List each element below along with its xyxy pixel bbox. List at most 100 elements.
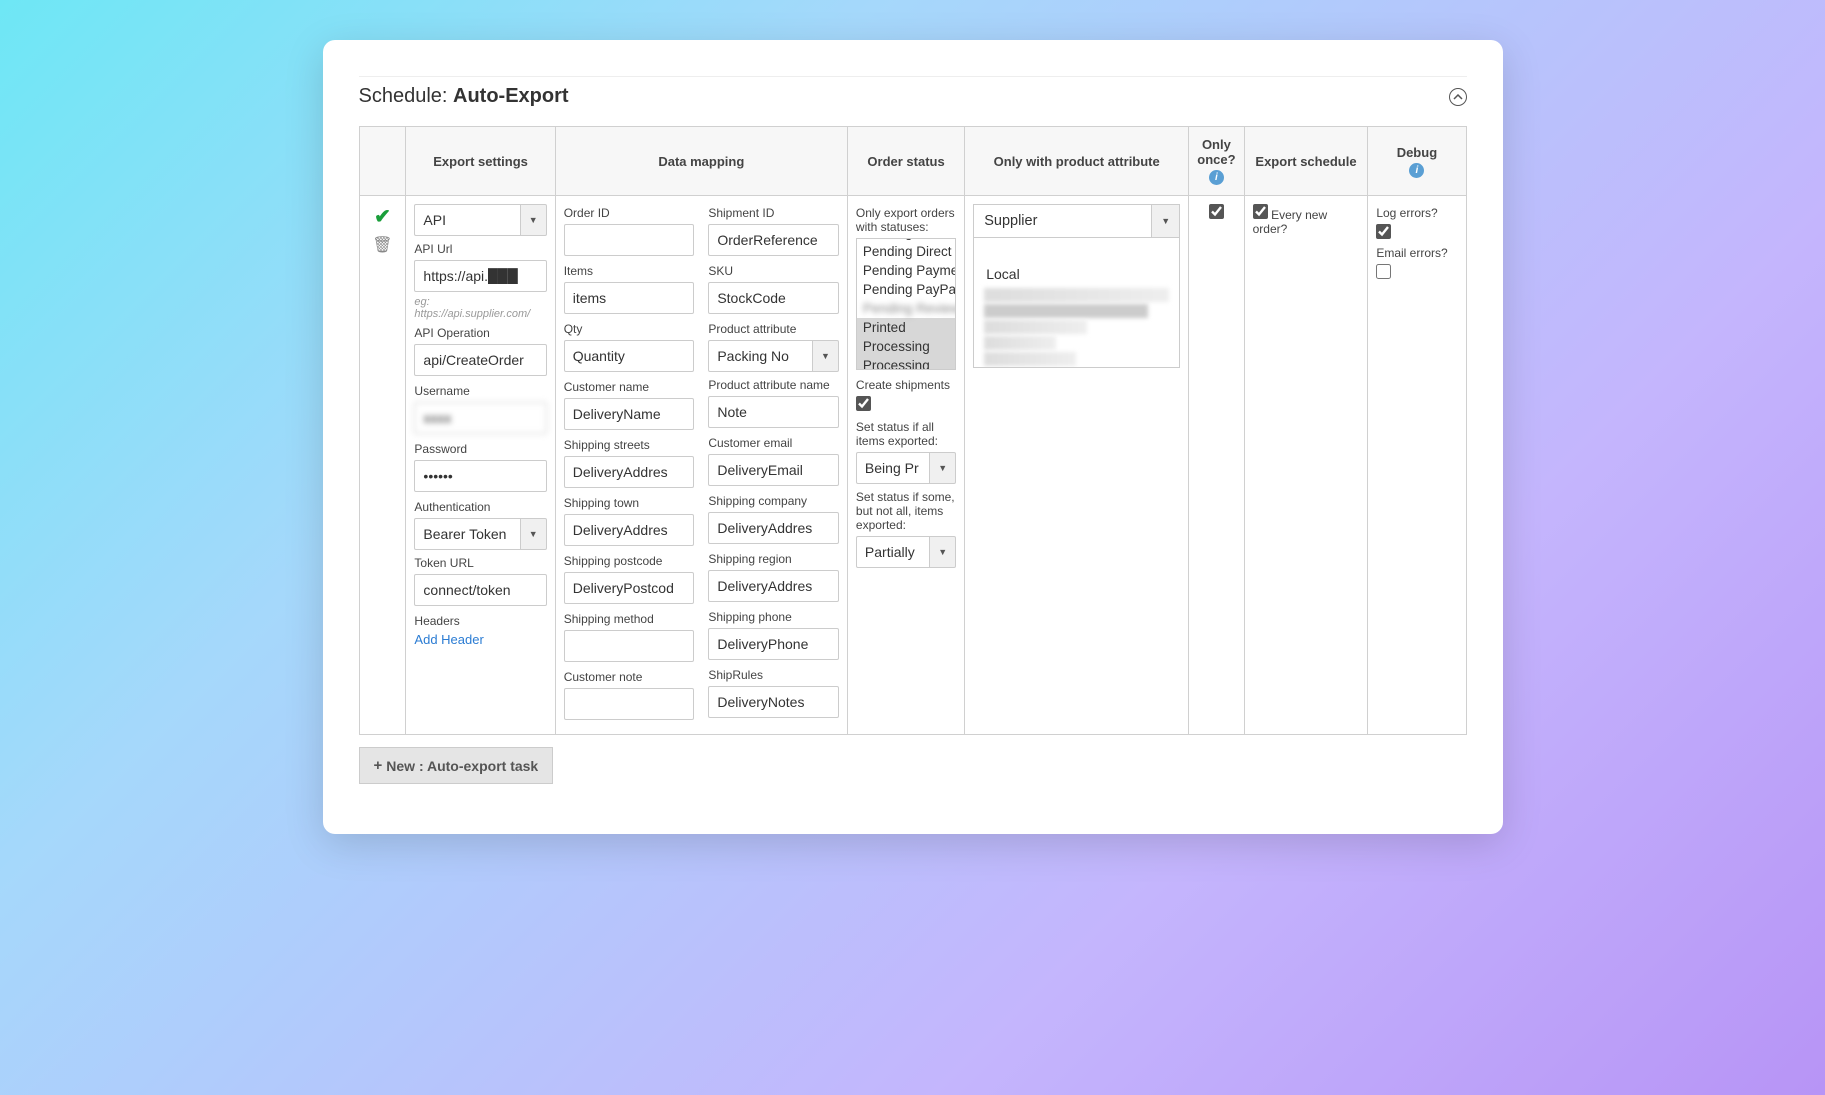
status-multiselect[interactable]: Pending AmazonPending DirectPending Paym… bbox=[856, 238, 956, 370]
username-input[interactable] bbox=[414, 402, 546, 434]
mapping-input[interactable] bbox=[708, 570, 839, 602]
mapping-input[interactable] bbox=[708, 686, 839, 718]
mapping-input[interactable] bbox=[708, 512, 839, 544]
mapping-input[interactable] bbox=[564, 224, 695, 256]
mapping-input[interactable] bbox=[708, 224, 839, 256]
mapping-label: Shipping phone bbox=[708, 610, 839, 624]
mapping-label: Order ID bbox=[564, 206, 695, 220]
api-url-hint: eg: https://api.supplier.com/ bbox=[414, 296, 546, 320]
product-attr-options[interactable]: Local bbox=[973, 238, 1180, 368]
blurred-option bbox=[984, 336, 1056, 350]
data-mapping-cell: Order IDItemsQtyCustomer nameShipping st… bbox=[555, 196, 847, 735]
status-option[interactable]: Processing bbox=[857, 356, 955, 370]
order-status-cell: Only export orders with statuses: Pendin… bbox=[847, 196, 964, 735]
mapping-input[interactable] bbox=[564, 282, 695, 314]
token-url-input[interactable] bbox=[414, 574, 546, 606]
blurred-option bbox=[984, 304, 1148, 318]
mapping-input[interactable] bbox=[564, 630, 695, 662]
mapping-label: Shipping streets bbox=[564, 438, 695, 452]
mapping-label: Customer email bbox=[708, 436, 839, 450]
mapping-label: Product attribute name bbox=[708, 378, 839, 392]
mapping-input[interactable] bbox=[708, 396, 839, 428]
mapping-label: SKU bbox=[708, 264, 839, 278]
api-op-label: API Operation bbox=[414, 326, 546, 340]
add-header-link[interactable]: Add Header bbox=[414, 632, 483, 647]
email-errors-checkbox[interactable] bbox=[1376, 264, 1391, 279]
mapping-label: Shipping company bbox=[708, 494, 839, 508]
mapping-input[interactable] bbox=[564, 514, 695, 546]
info-icon[interactable]: i bbox=[1409, 163, 1424, 178]
set-status-some-label: Set status if some, but not all, items e… bbox=[856, 490, 956, 532]
api-url-input[interactable] bbox=[414, 260, 546, 292]
password-label: Password bbox=[414, 442, 546, 456]
email-errors-label: Email errors? bbox=[1376, 246, 1457, 260]
mapping-label: ShipRules bbox=[708, 668, 839, 682]
mapping-input[interactable] bbox=[564, 688, 695, 720]
status-option[interactable]: Printed bbox=[857, 318, 955, 337]
status-option[interactable]: Pending Review bbox=[857, 299, 955, 318]
mapping-label: Shipping method bbox=[564, 612, 695, 626]
collapse-icon[interactable] bbox=[1449, 88, 1467, 106]
auth-select[interactable] bbox=[414, 518, 520, 550]
enabled-check-icon[interactable]: ✔ bbox=[374, 204, 391, 229]
mapping-input[interactable] bbox=[564, 340, 695, 372]
debug-cell: Log errors? Email errors? bbox=[1368, 196, 1466, 735]
export-settings-cell: ▼ API Url eg: https://api.supplier.com/ … bbox=[406, 196, 555, 735]
chevron-down-icon[interactable]: ▼ bbox=[521, 204, 547, 236]
chevron-down-icon[interactable]: ▼ bbox=[813, 340, 839, 372]
new-auto-export-button[interactable]: + New : Auto-export task bbox=[359, 747, 554, 784]
status-option[interactable]: Pending PayPal bbox=[857, 280, 955, 299]
auto-export-panel: Schedule: Auto-Export Export settings Da… bbox=[323, 40, 1503, 834]
log-errors-checkbox[interactable] bbox=[1376, 224, 1391, 239]
attr-option[interactable]: Local bbox=[974, 262, 1179, 286]
product-attr-select[interactable]: Supplier ▼ bbox=[973, 204, 1180, 238]
product-attr-cell: Supplier ▼ Local bbox=[965, 196, 1189, 735]
set-status-all-label: Set status if all items exported: bbox=[856, 420, 956, 448]
status-option[interactable]: Processing bbox=[857, 337, 955, 356]
delete-trash-icon[interactable]: 🗑 bbox=[372, 235, 392, 255]
set-status-all-select[interactable] bbox=[856, 452, 930, 484]
auth-label: Authentication bbox=[414, 500, 546, 514]
mapping-input[interactable] bbox=[708, 340, 813, 372]
mapping-label: Items bbox=[564, 264, 695, 278]
mapping-input[interactable] bbox=[708, 628, 839, 660]
mapping-input[interactable] bbox=[564, 572, 695, 604]
mapping-label: Product attribute bbox=[708, 322, 839, 336]
create-shipments-label: Create shipments bbox=[856, 378, 956, 392]
mapping-label: Shipping postcode bbox=[564, 554, 695, 568]
chevron-down-icon[interactable]: ▼ bbox=[930, 536, 956, 568]
col-only-once: Only once? i bbox=[1189, 127, 1244, 196]
mapping-input[interactable] bbox=[708, 282, 839, 314]
headers-label: Headers bbox=[414, 614, 546, 628]
username-label: Username bbox=[414, 384, 546, 398]
only-once-checkbox[interactable] bbox=[1209, 204, 1224, 219]
blurred-option bbox=[984, 320, 1086, 334]
mapping-input[interactable] bbox=[564, 456, 695, 488]
every-new-order-checkbox[interactable] bbox=[1253, 204, 1268, 219]
info-icon[interactable]: i bbox=[1209, 170, 1224, 185]
col-debug: Debug i bbox=[1368, 127, 1466, 196]
set-status-some-select[interactable] bbox=[856, 536, 930, 568]
plus-icon: + bbox=[374, 757, 383, 774]
status-option[interactable]: Pending Direct bbox=[857, 242, 955, 261]
chevron-down-icon[interactable]: ▼ bbox=[521, 518, 547, 550]
api-url-label: API Url bbox=[414, 242, 546, 256]
attr-option[interactable] bbox=[974, 238, 1179, 262]
status-option[interactable]: Pending Payment bbox=[857, 261, 955, 280]
col-export-settings: Export settings bbox=[406, 127, 555, 196]
col-export-schedule: Export schedule bbox=[1244, 127, 1368, 196]
export-schedule-cell: Every new order? bbox=[1244, 196, 1368, 735]
password-input[interactable] bbox=[414, 460, 546, 492]
api-op-input[interactable] bbox=[414, 344, 546, 376]
chevron-down-icon[interactable]: ▼ bbox=[1151, 205, 1179, 237]
mapping-input[interactable] bbox=[564, 398, 695, 430]
only-once-cell bbox=[1189, 196, 1244, 735]
mapping-label: Customer name bbox=[564, 380, 695, 394]
mapping-input[interactable] bbox=[708, 454, 839, 486]
col-data-mapping: Data mapping bbox=[555, 127, 847, 196]
col-icons bbox=[359, 127, 406, 196]
chevron-down-icon[interactable]: ▼ bbox=[930, 452, 956, 484]
status-filter-label: Only export orders with statuses: bbox=[856, 206, 956, 234]
export-method-select[interactable] bbox=[414, 204, 520, 236]
create-shipments-checkbox[interactable] bbox=[856, 396, 871, 411]
